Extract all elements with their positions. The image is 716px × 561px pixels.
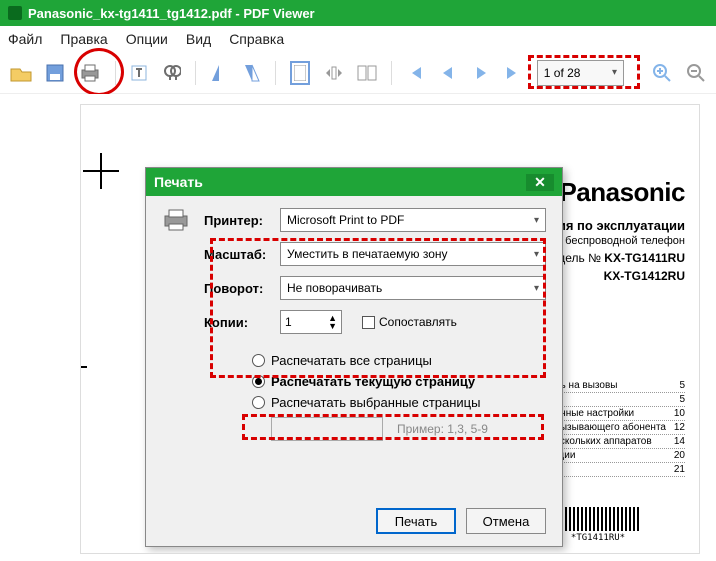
toolbar: 1 of 28 ▾ — [0, 52, 716, 94]
printer-label: Принтер: — [204, 213, 272, 228]
menu-view[interactable]: Вид — [186, 31, 211, 47]
flip-left-icon[interactable] — [210, 61, 229, 85]
menu-options[interactable]: Опции — [126, 31, 168, 47]
pdf-page: Panasonic рукция по эксплуатации ровой б… — [80, 104, 700, 554]
page-display: 1 of 28 — [544, 66, 581, 80]
rotate-select[interactable]: Не поворачивать▾ — [280, 276, 546, 300]
zoom-in-icon[interactable] — [652, 61, 672, 85]
cancel-button[interactable]: Отмена — [466, 508, 546, 534]
radio-all-pages[interactable]: Распечатать все страницы — [252, 350, 546, 371]
toolbar-separator — [115, 61, 116, 85]
fit-page-icon[interactable] — [290, 61, 310, 85]
crop-mark-icon — [80, 355, 81, 379]
select-text-icon[interactable] — [130, 61, 149, 85]
flip-right-icon[interactable] — [242, 61, 261, 85]
open-icon[interactable] — [10, 61, 32, 85]
chevron-down-icon: ▾ — [612, 67, 617, 78]
barcode: *TG1411RU* — [557, 507, 639, 543]
last-page-icon[interactable] — [504, 61, 523, 85]
printer-select[interactable]: Microsoft Print to PDF▾ — [280, 208, 546, 232]
next-page-icon[interactable] — [471, 61, 490, 85]
chevron-down-icon: ▾ — [534, 249, 539, 260]
print-dialog: Печать ✕ Принтер: Microsoft Print to PDF… — [145, 167, 563, 547]
page-range-group: Распечатать все страницы Распечатать тек… — [252, 350, 546, 444]
first-page-icon[interactable] — [406, 61, 425, 85]
close-button[interactable]: ✕ — [526, 174, 554, 191]
printer-icon — [162, 208, 190, 232]
window-title: Panasonic_kx-tg1411_tg1412.pdf - PDF Vie… — [28, 6, 315, 21]
toolbar-separator — [195, 61, 196, 85]
collate-checkbox[interactable]: Сопоставлять — [362, 315, 457, 329]
zoom-out-icon[interactable] — [686, 61, 706, 85]
print-button[interactable]: Печать — [376, 508, 456, 534]
save-icon[interactable] — [46, 61, 65, 85]
window-titlebar: Panasonic_kx-tg1411_tg1412.pdf - PDF Vie… — [0, 0, 716, 26]
menu-bar: Файл Правка Опции Вид Справка — [0, 26, 716, 52]
chevron-down-icon: ▾ — [534, 215, 539, 226]
radio-selected-pages[interactable]: Распечатать выбранные страницы — [252, 392, 546, 413]
prev-page-icon[interactable] — [439, 61, 458, 85]
page-selector[interactable]: 1 of 28 ▾ — [537, 60, 624, 86]
rotate-label: Поворот: — [204, 281, 272, 296]
app-icon — [8, 6, 22, 20]
copies-label: Копии: — [204, 315, 272, 330]
scale-label: Масштаб: — [204, 247, 272, 262]
pages-input[interactable] — [271, 417, 383, 441]
radio-current-page[interactable]: Распечатать текущую страницу — [252, 371, 546, 392]
scale-select[interactable]: Уместить в печатаемую зону▾ — [280, 242, 546, 266]
dialog-title: Печать — [154, 174, 203, 190]
toolbar-separator — [391, 61, 392, 85]
pages-hint: Пример: 1,3, 5-9 — [397, 422, 488, 436]
menu-file[interactable]: Файл — [8, 31, 42, 47]
fit-width-icon[interactable] — [324, 61, 343, 85]
document-area: Panasonic рукция по эксплуатации ровой б… — [0, 94, 716, 561]
dialog-titlebar: Печать ✕ — [146, 168, 562, 196]
copies-input[interactable]: 1▲▼ — [280, 310, 342, 334]
crop-mark-icon — [89, 159, 113, 183]
print-icon[interactable] — [79, 61, 101, 85]
toolbar-separator — [275, 61, 276, 85]
menu-help[interactable]: Справка — [229, 31, 284, 47]
menu-edit[interactable]: Правка — [60, 31, 107, 47]
find-icon[interactable] — [162, 61, 181, 85]
chevron-down-icon: ▾ — [534, 283, 539, 294]
two-page-icon[interactable] — [357, 61, 377, 85]
